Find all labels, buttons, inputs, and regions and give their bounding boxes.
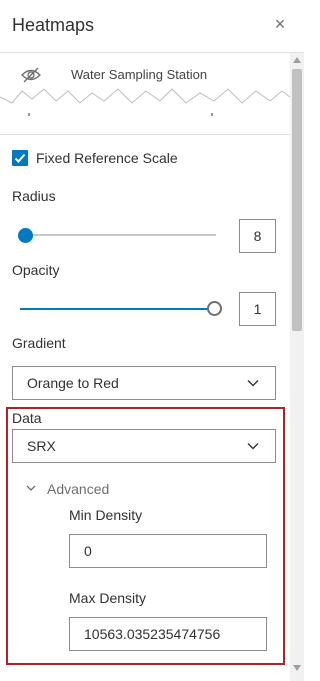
chevron-down-icon: [247, 443, 259, 450]
opacity-slider-track[interactable]: [20, 308, 210, 310]
data-selected-value: SRX: [27, 438, 56, 454]
panel-title: Heatmaps: [12, 15, 95, 35]
chevron-down-icon[interactable]: [26, 484, 36, 492]
scroll-fragment: [211, 113, 213, 116]
gradient-label: Gradient: [12, 335, 66, 351]
torn-edge: [0, 88, 290, 117]
max-density-label: Max Density: [69, 590, 147, 606]
radius-slider-thumb[interactable]: [18, 228, 33, 243]
close-button[interactable]: ×: [271, 14, 289, 34]
scroll-up-icon[interactable]: [293, 57, 301, 63]
radius-slider-track[interactable]: [24, 234, 216, 236]
scroll-fragment: [28, 113, 30, 116]
scroll-down-icon[interactable]: [293, 665, 301, 671]
scrollbar-thumb[interactable]: [292, 69, 302, 331]
radius-label: Radius: [12, 188, 56, 204]
gradient-selected-value: Orange to Red: [27, 375, 119, 391]
layer-item[interactable]: Water Sampling Station: [0, 53, 290, 135]
min-density-value: 0: [84, 543, 92, 559]
fixed-reference-scale-checkbox[interactable]: [12, 150, 28, 166]
gradient-select[interactable]: Orange to Red: [12, 366, 276, 400]
radius-value-input[interactable]: 8: [239, 219, 276, 253]
data-label: Data: [12, 410, 42, 426]
min-density-label: Min Density: [69, 507, 143, 523]
opacity-value-input[interactable]: 1: [239, 292, 276, 326]
fixed-reference-scale-label[interactable]: Fixed Reference Scale: [36, 150, 178, 166]
vertical-scrollbar[interactable]: [290, 53, 304, 681]
chevron-down-icon: [247, 380, 259, 387]
panel-header: Heatmaps ×: [0, 0, 304, 53]
layer-name: Water Sampling Station: [71, 67, 208, 82]
max-density-value: 10563.035235474756: [84, 626, 221, 642]
opacity-slider-thumb[interactable]: [207, 301, 222, 316]
max-density-input[interactable]: 10563.035235474756: [69, 617, 267, 651]
opacity-label: Opacity: [12, 262, 60, 278]
advanced-toggle[interactable]: Advanced: [47, 481, 109, 497]
data-field-select[interactable]: SRX: [12, 429, 276, 463]
min-density-input[interactable]: 0: [69, 534, 267, 568]
checkmark-icon: [14, 153, 26, 163]
